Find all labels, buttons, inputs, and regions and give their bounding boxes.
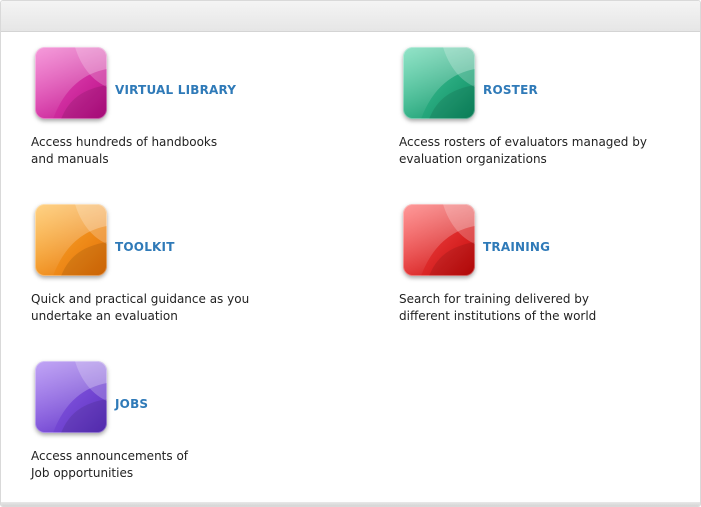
- description-line: different institutions of the world: [399, 309, 597, 323]
- description-line: Job opportunities: [31, 466, 134, 480]
- roster-link[interactable]: ROSTER: [483, 83, 538, 97]
- toolkit-icon[interactable]: [35, 204, 107, 276]
- description-line: Search for training delivered by: [399, 292, 590, 306]
- jobs-icon[interactable]: [35, 361, 107, 433]
- virtual-library-link[interactable]: VIRTUAL LIBRARY: [115, 83, 236, 97]
- training-description: Search for training delivered by differe…: [399, 291, 689, 325]
- jobs-description: Access announcements of Job opportunitie…: [31, 448, 321, 482]
- training-icon[interactable]: [403, 204, 475, 276]
- tile-virtual-library: VIRTUAL LIBRARY Access hundreds of handb…: [31, 31, 351, 181]
- description-line: Access rosters of evaluators managed by: [399, 135, 647, 149]
- description-line: evaluation organizations: [399, 152, 547, 166]
- jobs-link[interactable]: JOBS: [115, 397, 148, 411]
- description-line: Quick and practical guidance as you: [31, 292, 250, 306]
- description-line: undertake an evaluation: [31, 309, 178, 323]
- panel-header-bar: [1, 1, 700, 32]
- virtual-library-description: Access hundreds of handbooks and manuals: [31, 134, 321, 168]
- tile-jobs: JOBS Access announcements of Job opportu…: [31, 345, 351, 495]
- toolkit-link[interactable]: TOOLKIT: [115, 240, 175, 254]
- tile-toolkit: TOOLKIT Quick and practical guidance as …: [31, 188, 351, 338]
- roster-description: Access rosters of evaluators managed by …: [399, 134, 689, 168]
- toolkit-description: Quick and practical guidance as you unde…: [31, 291, 321, 325]
- virtual-library-icon[interactable]: [35, 47, 107, 119]
- panel-footer-bar: [1, 502, 700, 506]
- description-line: Access announcements of: [31, 449, 189, 463]
- services-panel: VIRTUAL LIBRARY Access hundreds of handb…: [0, 0, 701, 507]
- description-line: Access hundreds of handbooks: [31, 135, 218, 149]
- description-line: and manuals: [31, 152, 109, 166]
- tile-training: TRAINING Search for training delivered b…: [399, 188, 699, 338]
- tile-roster: ROSTER Access rosters of evaluators mana…: [399, 31, 699, 181]
- roster-icon[interactable]: [403, 47, 475, 119]
- training-link[interactable]: TRAINING: [483, 240, 550, 254]
